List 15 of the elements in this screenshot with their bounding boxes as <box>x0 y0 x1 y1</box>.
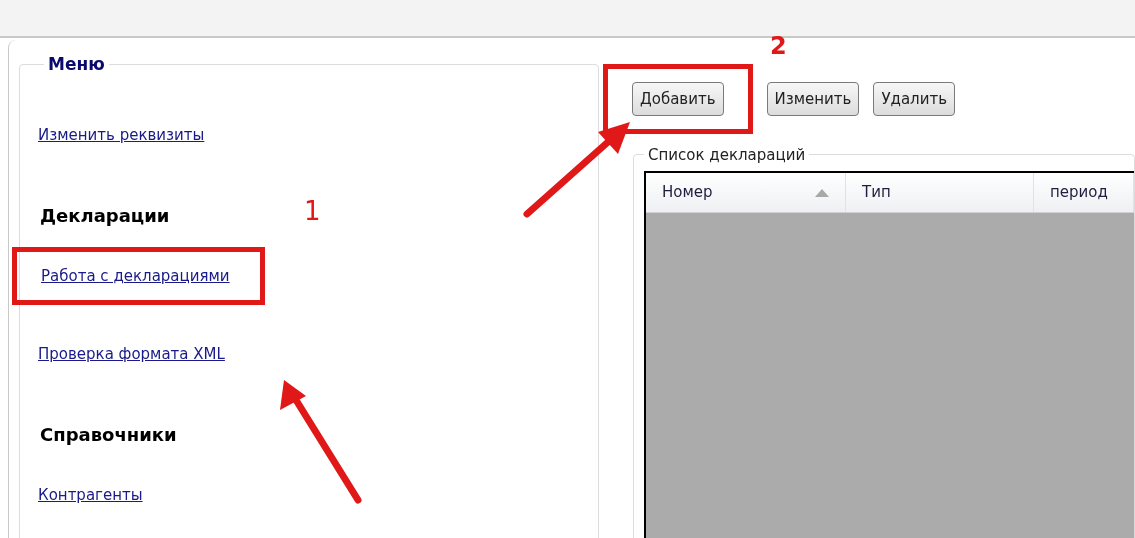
menu-title: Меню <box>47 53 106 76</box>
annotation-number: 2 <box>770 31 787 62</box>
annotation-number: 1 <box>304 195 321 228</box>
menu-link[interactable]: Контрагенты <box>38 485 143 504</box>
menu-link[interactable]: Проверка формата XML <box>38 344 225 363</box>
toolbar-button[interactable]: Изменить <box>766 82 860 116</box>
section-heading: Справочники <box>40 422 177 447</box>
toolbar-button[interactable]: Добавить <box>632 82 724 116</box>
column-header[interactable]: Тип <box>846 173 1034 212</box>
menu-link[interactable]: Изменить реквизиты <box>38 125 205 144</box>
toolbar-button[interactable]: Удалить <box>873 82 955 116</box>
section-heading: Декларации <box>40 203 170 228</box>
column-header[interactable]: период <box>1034 173 1134 212</box>
menu-link[interactable]: Работа с декларациями <box>41 266 230 285</box>
column-header[interactable]: Номер <box>646 173 846 212</box>
